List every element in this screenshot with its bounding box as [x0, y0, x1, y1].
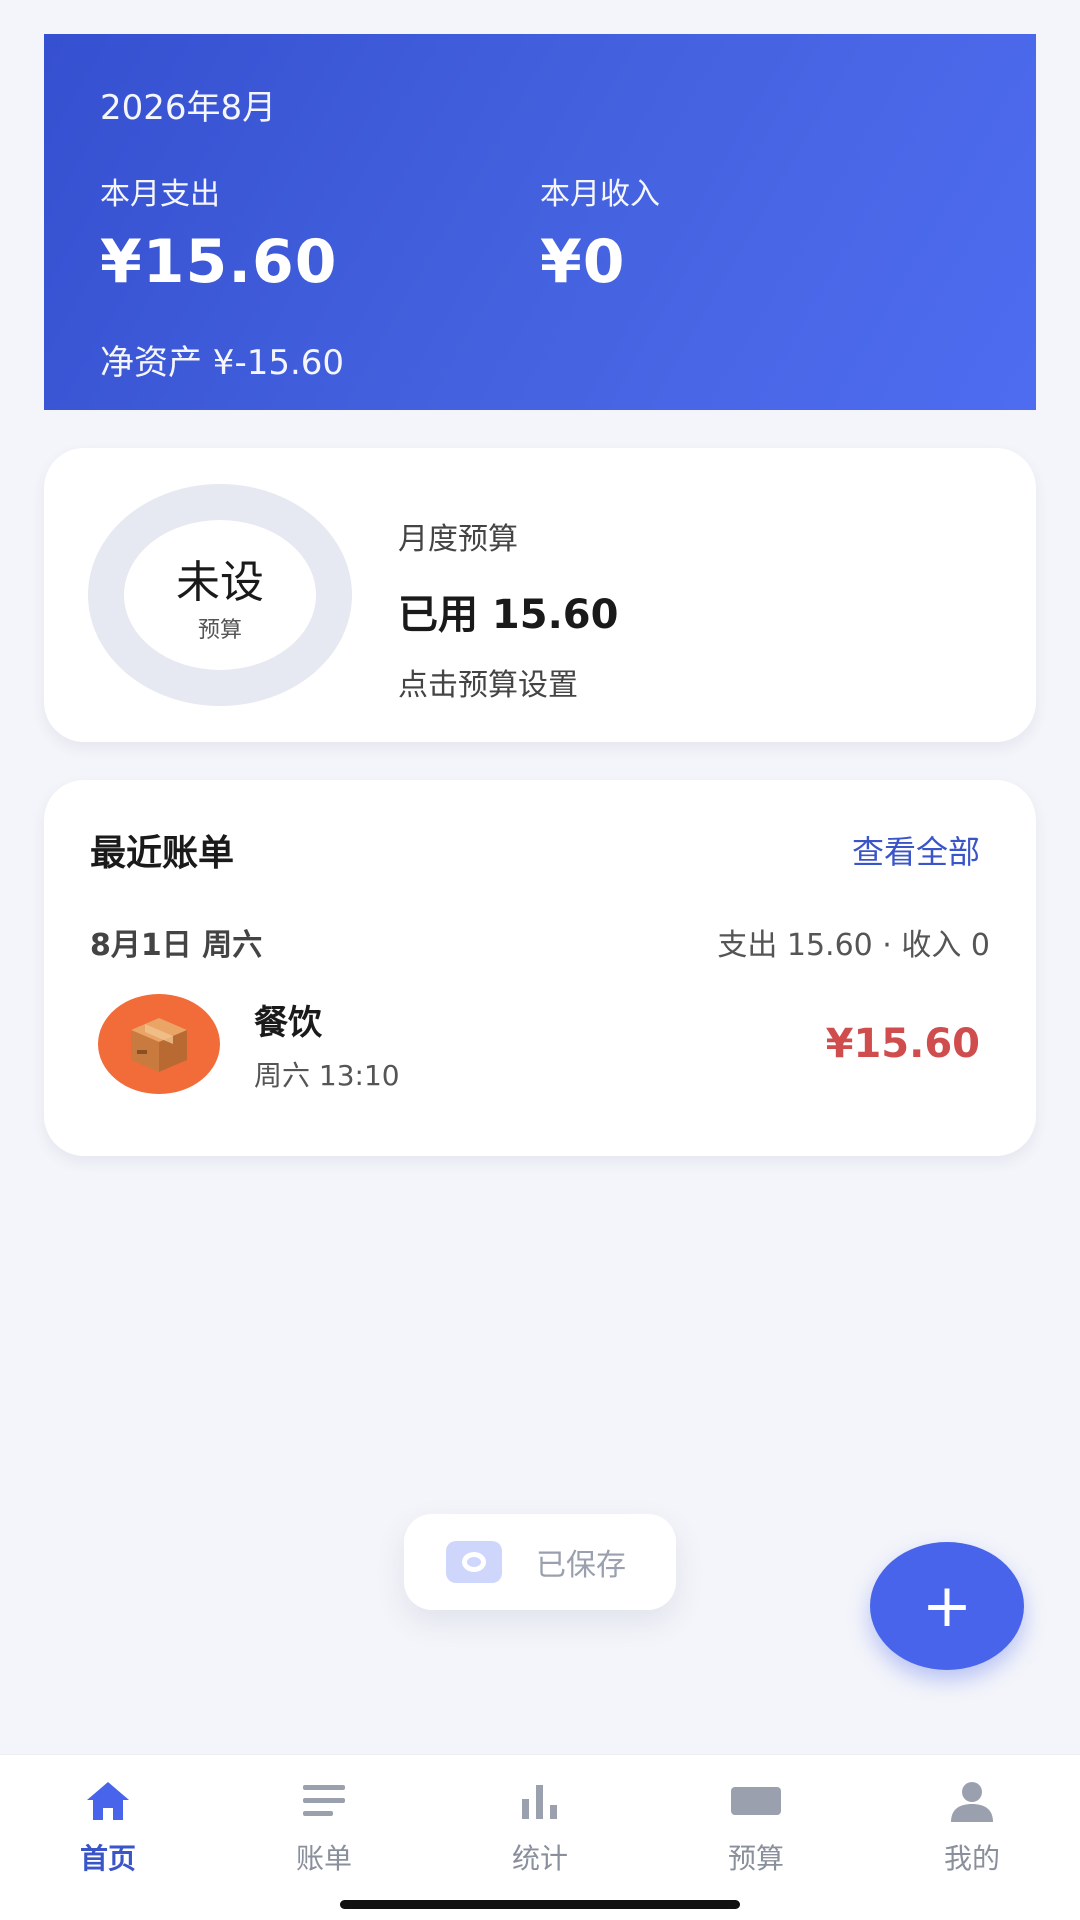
tab-bills[interactable]: 账单: [216, 1755, 432, 1920]
eye-icon: [446, 1541, 502, 1583]
expense-value: ¥15.60: [100, 227, 338, 297]
tab-budget-label: 预算: [727, 1842, 784, 1875]
income-label: 本月收入: [540, 177, 660, 212]
tab-stats[interactable]: 统计: [432, 1755, 648, 1920]
expense-label: 本月支出: [100, 177, 220, 212]
saved-toast: 已保存: [404, 1514, 676, 1610]
tab-profile-label: 我的: [943, 1842, 1000, 1875]
bill-amount: ¥15.60: [825, 1021, 980, 1067]
home-icon: [78, 1777, 138, 1825]
budget-title: 月度预算: [398, 522, 518, 557]
bill-time: 周六 13:10: [254, 1058, 400, 1092]
day-header: 8月1日 周六 支出 15.60 · 收入 0: [90, 920, 990, 964]
bill-category: 餐饮: [254, 1002, 322, 1043]
income-summary: 本月收入 ¥0: [540, 169, 980, 297]
recent-bills-title: 最近账单: [90, 833, 235, 874]
tab-bills-label: 账单: [295, 1842, 352, 1875]
home-screen: 2026年8月 本月支出 ¥15.60 本月收入 ¥0 净资产 ¥-15.60 …: [0, 0, 1080, 1920]
tab-home[interactable]: 首页: [0, 1755, 216, 1920]
day-date: 8月1日 周六: [90, 928, 263, 963]
user-icon: [942, 1777, 1002, 1825]
add-bill-button[interactable]: +: [870, 1542, 1024, 1670]
budget-ring-sub: 预算: [197, 618, 242, 643]
toast-text: 已保存: [536, 1548, 626, 1583]
wallet-icon: [726, 1777, 786, 1825]
tab-home-label: 首页: [79, 1842, 136, 1875]
list-item[interactable]: 餐饮 周六 13:10 ¥15.60: [98, 994, 980, 1094]
recent-bills-card: 最近账单 查看全部 8月1日 周六 支出 15.60 · 收入 0 餐饮 周六 …: [44, 780, 1036, 1156]
monthly-summary-card: 2026年8月 本月支出 ¥15.60 本月收入 ¥0 净资产 ¥-15.60: [44, 34, 1036, 410]
tab-stats-label: 统计: [511, 1842, 568, 1875]
budget-card[interactable]: 未设 预算 月度预算 已用 15.60 点击预算设置: [44, 448, 1036, 742]
expense-summary: 本月支出 ¥15.60: [100, 169, 540, 297]
bottom-nav: 首页 账单 统计 预算 我的: [0, 1754, 1080, 1920]
budget-used: 已用 15.60: [398, 592, 619, 638]
tab-profile[interactable]: 我的: [864, 1755, 1080, 1920]
view-all-link[interactable]: 查看全部: [852, 827, 980, 873]
package-icon: [98, 994, 220, 1094]
current-month[interactable]: 2026年8月: [100, 80, 980, 129]
tab-budget[interactable]: 预算: [648, 1755, 864, 1920]
home-indicator: [340, 1900, 740, 1909]
bar-chart-icon: [510, 1777, 570, 1825]
day-summary: 支出 15.60 · 收入 0: [717, 928, 990, 963]
budget-ring-main: 未设: [176, 557, 264, 608]
net-assets: 净资产 ¥-15.60: [100, 343, 345, 383]
budget-ring: 未设 预算: [88, 484, 352, 706]
income-value: ¥0: [540, 227, 626, 297]
budget-settings-link[interactable]: 点击预算设置: [398, 660, 618, 704]
list-icon: [294, 1777, 354, 1825]
